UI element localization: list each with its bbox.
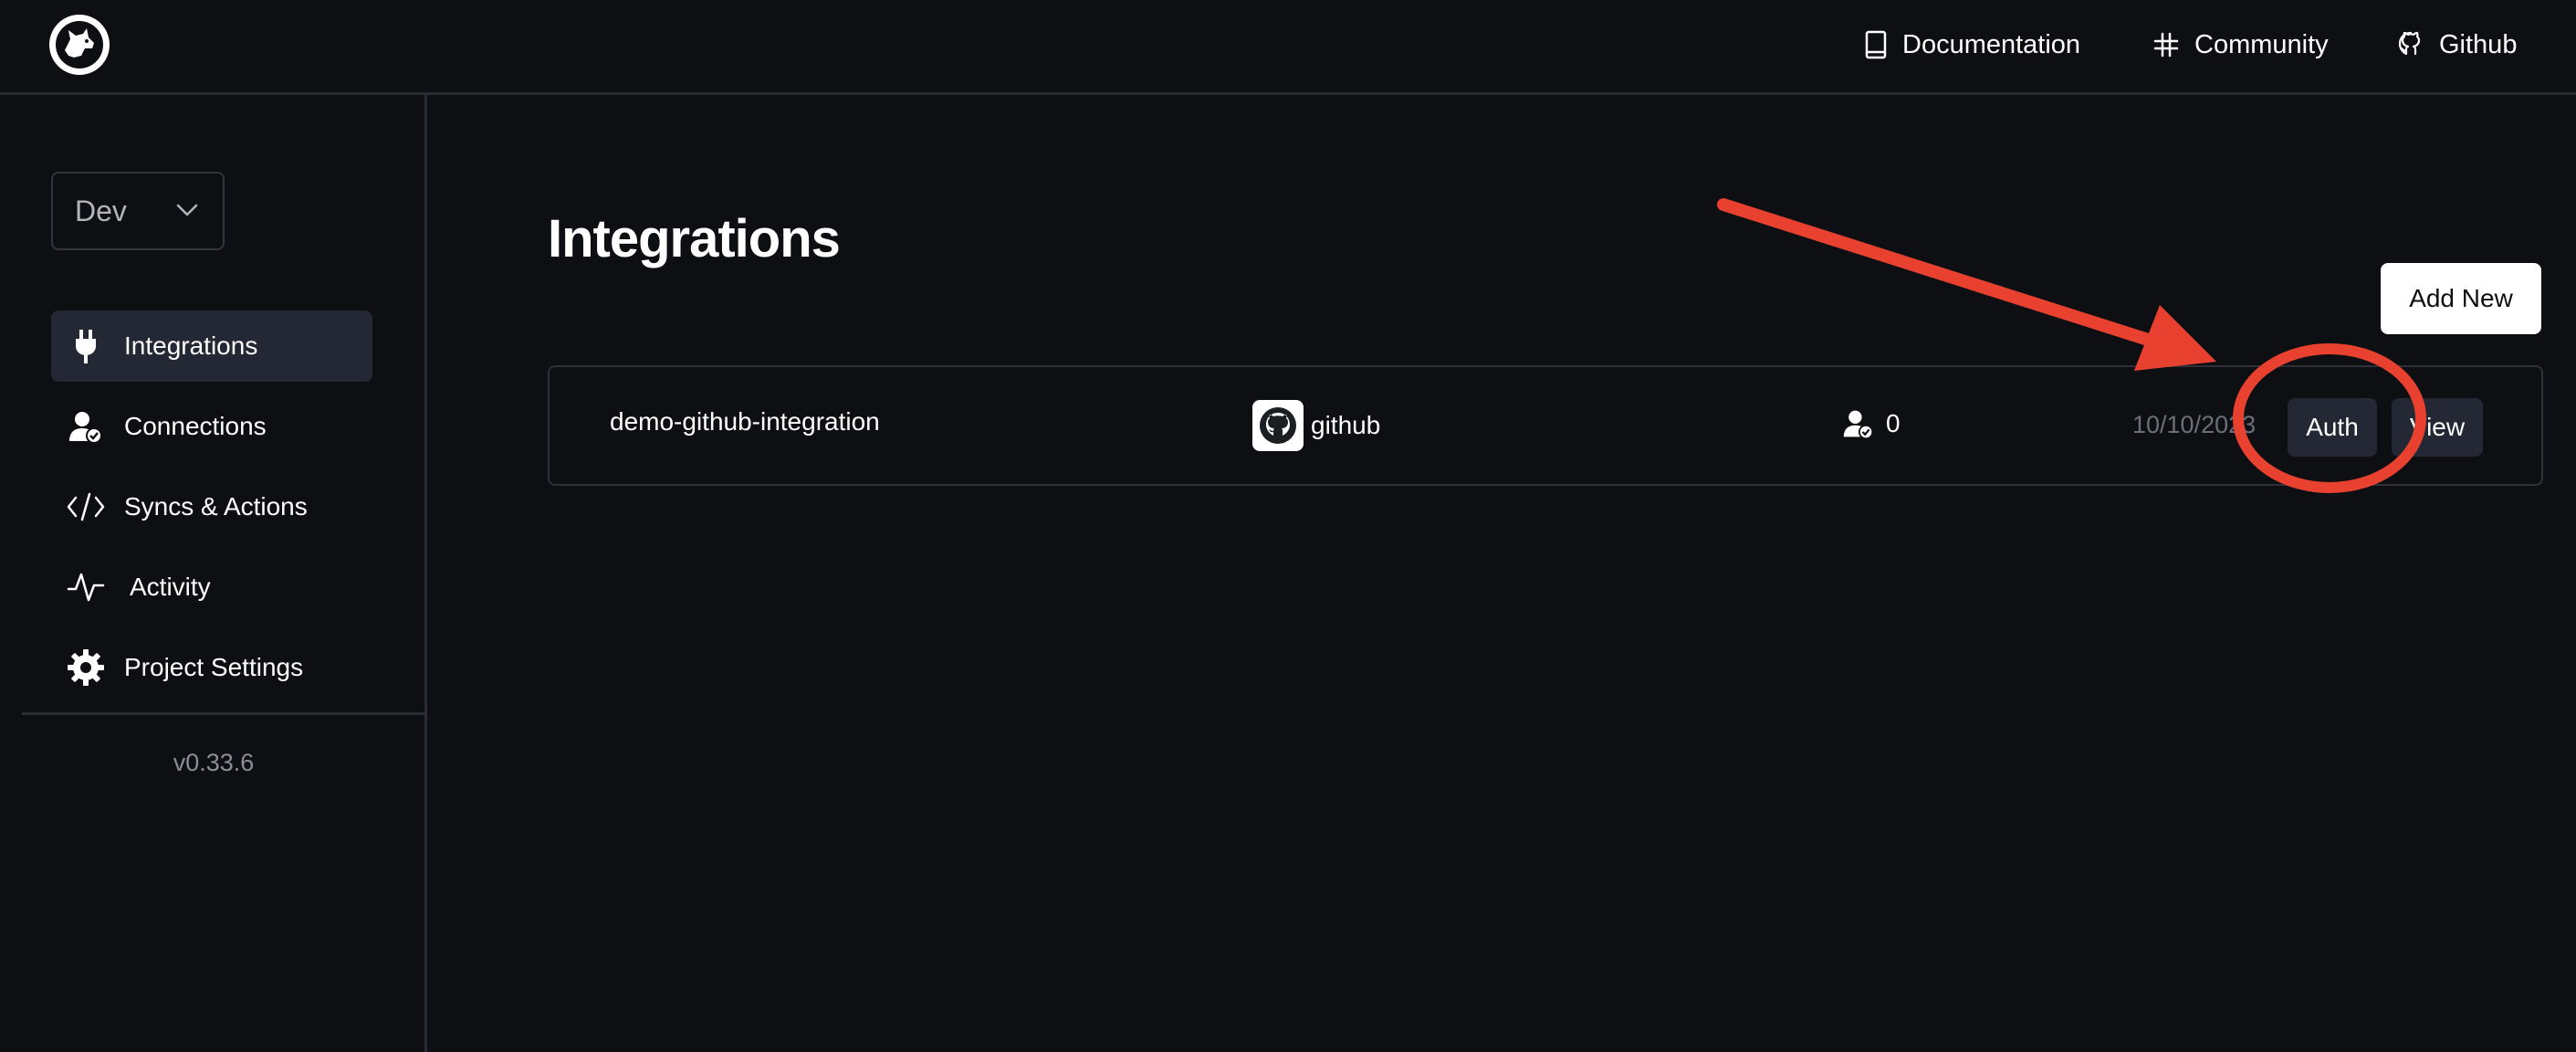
sidebar-item-label: Project Settings	[124, 653, 304, 681]
environment-select[interactable]: Dev	[51, 172, 225, 250]
sidebar: Dev Integrations Connections Syncs & Act…	[0, 95, 427, 1052]
connections-value: 0	[1886, 409, 1901, 437]
sidebar-item-project-settings[interactable]: Project Settings	[51, 632, 372, 703]
user-check-icon	[66, 406, 106, 447]
github-logo-icon	[1252, 400, 1304, 451]
plug-icon	[66, 326, 106, 366]
code-icon	[66, 487, 106, 527]
book-icon	[1865, 30, 1887, 59]
sidebar-item-label: Syncs & Actions	[124, 492, 308, 521]
sidebar-item-integrations[interactable]: Integrations	[51, 310, 372, 382]
created-date: 10/10/2023	[2132, 411, 2257, 438]
dog-logo-icon[interactable]	[49, 15, 110, 75]
top-bar: Documentation Community Github	[0, 0, 2576, 95]
github-label: Github	[2439, 29, 2518, 59]
github-link[interactable]: Github	[2397, 26, 2517, 64]
github-icon	[2398, 31, 2421, 56]
sidebar-item-connections[interactable]: Connections	[51, 391, 372, 462]
chevron-down-icon	[176, 204, 198, 216]
environment-value: Dev	[75, 194, 127, 227]
sidebar-divider	[22, 712, 427, 715]
documentation-link[interactable]: Documentation	[1864, 26, 2080, 64]
provider-name: github	[1311, 411, 1381, 439]
sidebar-item-syncs-actions[interactable]: Syncs & Actions	[51, 471, 372, 542]
gear-icon	[66, 647, 106, 688]
user-check-icon	[1843, 410, 1874, 440]
page-title: Integrations	[548, 209, 841, 268]
sidebar-item-activity[interactable]: Activity	[51, 552, 372, 623]
integration-name: demo-github-integration	[610, 407, 880, 436]
sidebar-item-label: Connections	[124, 412, 267, 440]
community-link[interactable]: Community	[2152, 26, 2329, 64]
provider-cell: github	[1252, 400, 1380, 451]
version-label: v0.33.6	[173, 749, 255, 776]
connections-count: 0	[1842, 407, 1901, 440]
community-label: Community	[2194, 29, 2329, 59]
auth-button[interactable]: Auth	[2288, 398, 2377, 457]
pulse-icon	[66, 567, 106, 607]
annotation-arrow-shaft	[1717, 198, 2172, 352]
slack-icon	[2153, 32, 2179, 58]
documentation-label: Documentation	[1902, 29, 2081, 59]
sidebar-item-label: Integrations	[124, 331, 258, 360]
add-new-button[interactable]: Add New	[2381, 263, 2541, 334]
annotation-arrow-head	[2134, 305, 2216, 371]
table-row[interactable]: demo-github-integration github 0 10/10/2…	[548, 365, 2543, 486]
sidebar-item-label: Activity	[130, 573, 211, 601]
view-button[interactable]: View	[2392, 398, 2483, 457]
